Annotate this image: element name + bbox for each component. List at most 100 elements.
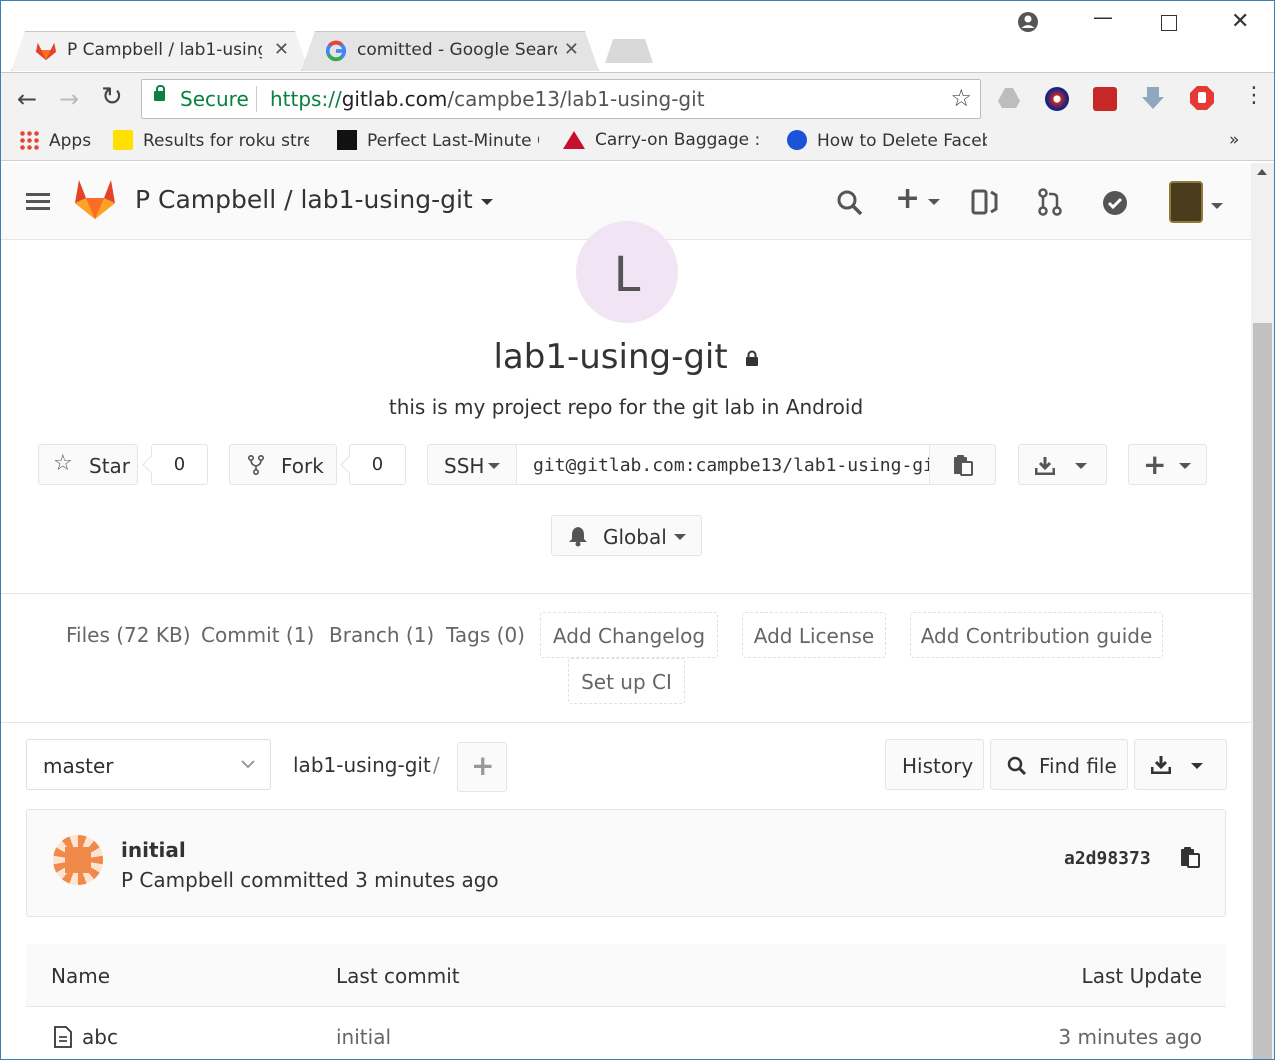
commit-meta: P Campbell committed 3 minutes ago [121,868,499,892]
tab-close-icon[interactable]: ✕ [274,39,289,60]
search-icon[interactable] [837,190,863,216]
bookmark-apps[interactable]: Apps [19,130,91,151]
project-breadcrumb[interactable]: P Campbell / lab1-using-git [135,185,493,214]
new-item-icon[interactable]: + [895,181,941,216]
commit-author-avatar[interactable] [53,835,103,885]
add-to-tree-button[interactable]: + [457,742,507,792]
bookmark-star-icon[interactable]: ☆ [950,84,972,112]
fork-count[interactable]: 0 [349,444,406,485]
close-window-icon[interactable]: ✕ [1231,9,1249,34]
fork-button[interactable]: Fork [229,444,337,485]
chevron-down-icon [1179,463,1191,469]
drive-extension-icon[interactable] [997,87,1021,109]
apps-grid-icon [19,130,39,150]
star-button[interactable]: ☆ Star [38,444,138,485]
user-avatar[interactable] [1169,181,1203,223]
find-file-button[interactable]: Find file [990,739,1128,790]
tags-stat-link[interactable]: Tags (0) [446,623,525,647]
bell-icon [569,527,587,547]
setup-ci-button[interactable]: Set up CI [568,658,685,704]
breadcrumb-separator: / [433,753,440,777]
repo-download-button[interactable] [1134,739,1227,790]
download-extension-icon[interactable] [1141,85,1165,111]
commits-stat-link[interactable]: Commit (1) [201,623,314,647]
project-title: lab1-using-git [1,337,1251,377]
s-icon [787,130,807,150]
clone-protocol-dropdown[interactable]: SSH [427,444,517,485]
scroll-up-icon[interactable] [1257,169,1267,175]
user-menu-caret-icon[interactable] [1211,203,1223,209]
chevron-down-icon [1075,463,1087,469]
commit-sha[interactable]: a2d98373 [1064,848,1151,869]
tab-gitlab[interactable]: P Campbell / lab1-using- ✕ [11,31,309,71]
download-icon [1035,457,1055,475]
browser-toolbar: ← → ↻ Secure https://gitlab.com/campbe13… [1,72,1274,125]
hamburger-menu-icon[interactable] [26,193,50,196]
address-bar[interactable]: Secure https://gitlab.com/campbe13/lab1-… [141,79,981,119]
add-license-button[interactable]: Add License [742,612,886,658]
column-name: Name [51,964,111,988]
add-changelog-button[interactable]: Add Changelog [540,612,718,658]
file-icon [54,1026,72,1048]
copy-clone-url-button[interactable] [929,444,996,485]
private-lock-icon [745,350,758,366]
table-row[interactable]: abc initial 3 minutes ago [26,1007,1226,1059]
forward-icon[interactable]: → [59,85,79,113]
tab-google[interactable]: comitted - Google Search ✕ [301,31,599,71]
gitlab-logo-icon[interactable] [73,178,117,220]
block-extension-icon[interactable] [1189,85,1215,111]
menu-icon[interactable]: ⋮ [1243,83,1265,108]
bookmarks-overflow-icon[interactable]: » [1229,130,1239,150]
hat-extension-icon[interactable] [1093,87,1117,111]
tab-strip: P Campbell / lab1-using- ✕ comitted - Go… [1,1,1274,73]
merge-requests-icon[interactable] [1037,188,1063,216]
bookmark-roku[interactable]: Results for roku strea [113,130,309,151]
branch-select[interactable]: master [26,739,271,790]
branches-stat-link[interactable]: Branch (1) [329,623,434,647]
new-tab-button[interactable] [605,39,653,63]
secure-label: Secure [180,87,249,111]
file-name-link[interactable]: abc [82,1025,118,1049]
last-commit-panel: initial P Campbell committed 3 minutes a… [26,809,1226,917]
file-table-header: Name Last commit Last Update [26,944,1226,1007]
copy-sha-icon[interactable] [1179,846,1201,868]
flag-extension-icon[interactable] [1045,87,1069,111]
notification-dropdown[interactable]: Global [551,515,702,556]
section-divider [1,593,1251,594]
reload-icon[interactable]: ↻ [101,82,123,112]
download-dropdown-button[interactable] [1018,444,1107,485]
minimize-icon[interactable]: — [1093,5,1113,29]
bookmarks-bar: Apps Results for roku strea Perfect Last… [1,124,1274,161]
tab-close-icon[interactable]: ✕ [564,39,579,60]
bookmark-delta[interactable]: Carry-on Baggage : D [563,130,765,150]
files-stat-link[interactable]: Files (72 KB) [66,623,191,647]
project-description: this is my project repo for the git lab … [388,395,864,419]
page-scrollbar[interactable] [1251,163,1274,1059]
project-avatar: L [576,221,678,323]
bookmark-digg[interactable]: Perfect Last-Minute G [337,130,539,151]
profile-icon[interactable] [1017,11,1039,33]
todos-icon[interactable] [1102,190,1128,216]
history-button[interactable]: History [885,739,984,790]
add-new-dropdown-button[interactable]: + [1128,444,1207,485]
add-contribution-guide-button[interactable]: Add Contribution guide [910,612,1163,658]
file-last-commit-link[interactable]: initial [336,1025,391,1049]
gitlab-favicon-icon [35,42,57,61]
tab-title: comitted - Google Search [357,40,557,60]
maximize-icon[interactable] [1161,15,1177,31]
issues-icon[interactable] [971,189,999,215]
chevron-down-icon [674,534,686,540]
star-count[interactable]: 0 [151,444,208,485]
bestbuy-icon [113,130,133,150]
tab-title: P Campbell / lab1-using- [67,40,262,60]
back-icon[interactable]: ← [17,85,37,113]
scrollbar-thumb[interactable] [1253,323,1272,1059]
column-last-commit: Last commit [336,964,460,988]
bookmark-facebook[interactable]: How to Delete Facebo [787,130,987,151]
repo-breadcrumb[interactable]: lab1-using-git [293,753,431,777]
commit-title[interactable]: initial [121,838,186,862]
search-icon [1007,756,1027,776]
url-text[interactable]: https://gitlab.com/campbe13/lab1-using-g… [270,87,705,111]
clone-url-input[interactable]: git@gitlab.com:campbe13/lab1-using-git.g… [516,444,930,485]
plus-icon: + [471,749,495,782]
